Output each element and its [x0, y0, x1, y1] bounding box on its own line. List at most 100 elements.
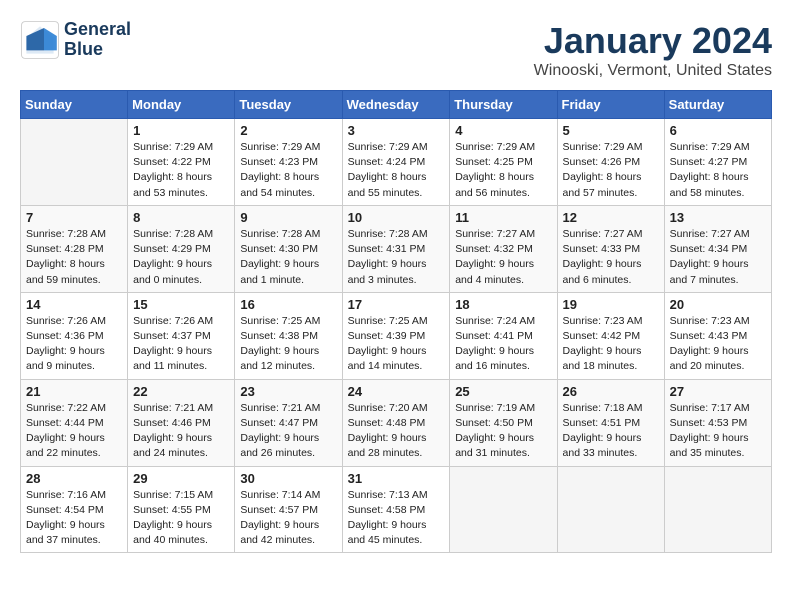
calendar-cell: 29Sunrise: 7:15 AM Sunset: 4:55 PM Dayli…: [128, 466, 235, 553]
calendar-cell: [21, 119, 128, 206]
header-row: SundayMondayTuesdayWednesdayThursdayFrid…: [21, 91, 772, 119]
calendar-cell: 21 Sunrise: 7:22 AM Sunset: 4:44 PM Dayli…: [21, 379, 128, 466]
calendar-cell: [450, 466, 557, 553]
day-info: Sunrise: 7:18 AM Sunset: 4:51 PM Dayligh…: [563, 401, 659, 462]
day-number: 10: [348, 210, 445, 225]
calendar-cell: 8 Sunrise: 7:28 AM Sunset: 4:29 PM Daylig…: [128, 205, 235, 292]
calendar-cell: 7 Sunrise: 7:28 AM Sunset: 4:28 PM Daylig…: [21, 205, 128, 292]
header-day-tuesday: Tuesday: [235, 91, 342, 119]
calendar-cell: 13 Sunrise: 7:27 AM Sunset: 4:34 PM Dayli…: [664, 205, 771, 292]
day-number: 19: [563, 297, 659, 312]
day-number: 22: [133, 384, 229, 399]
calendar-header: SundayMondayTuesdayWednesdayThursdayFrid…: [21, 91, 772, 119]
logo-icon: [20, 20, 60, 60]
day-info: Sunrise: 7:16 AM Sunset: 4:54 PM Dayligh…: [26, 488, 122, 549]
day-info: Sunrise: 7:22 AM Sunset: 4:44 PM Dayligh…: [26, 401, 122, 462]
day-number: 14: [26, 297, 122, 312]
page-title: January 2024: [534, 20, 772, 62]
day-number: 21: [26, 384, 122, 399]
logo: General Blue: [20, 20, 131, 60]
day-number: 11: [455, 210, 551, 225]
day-info: Sunrise: 7:28 AM Sunset: 4:31 PM Dayligh…: [348, 227, 445, 288]
page-subtitle: Winooski, Vermont, United States: [534, 62, 772, 80]
day-info: Sunrise: 7:23 AM Sunset: 4:42 PM Dayligh…: [563, 314, 659, 375]
day-number: 24: [348, 384, 445, 399]
day-number: 27: [670, 384, 766, 399]
calendar-cell: 23Sunrise: 7:21 AM Sunset: 4:47 PM Dayli…: [235, 379, 342, 466]
day-number: 15: [133, 297, 229, 312]
calendar-cell: 3 Sunrise: 7:29 AM Sunset: 4:24 PM Daylig…: [342, 119, 450, 206]
calendar-cell: 14Sunrise: 7:26 AM Sunset: 4:36 PM Dayli…: [21, 292, 128, 379]
day-number: 18: [455, 297, 551, 312]
day-number: 26: [563, 384, 659, 399]
day-info: Sunrise: 7:26 AM Sunset: 4:37 PM Dayligh…: [133, 314, 229, 375]
day-number: 13: [670, 210, 766, 225]
day-number: 5: [563, 123, 659, 138]
header-day-friday: Friday: [557, 91, 664, 119]
day-info: Sunrise: 7:29 AM Sunset: 4:23 PM Dayligh…: [240, 140, 336, 201]
week-row-5: 28Sunrise: 7:16 AM Sunset: 4:54 PM Dayli…: [21, 466, 772, 553]
calendar-cell: [557, 466, 664, 553]
calendar-cell: 10 Sunrise: 7:28 AM Sunset: 4:31 PM Dayli…: [342, 205, 450, 292]
day-number: 17: [348, 297, 445, 312]
day-info: Sunrise: 7:27 AM Sunset: 4:34 PM Dayligh…: [670, 227, 766, 288]
calendar-cell: 6Sunrise: 7:29 AM Sunset: 4:27 PM Daylig…: [664, 119, 771, 206]
day-number: 1: [133, 123, 229, 138]
day-info: Sunrise: 7:28 AM Sunset: 4:29 PM Dayligh…: [133, 227, 229, 288]
day-info: Sunrise: 7:29 AM Sunset: 4:26 PM Dayligh…: [563, 140, 659, 201]
day-info: Sunrise: 7:24 AM Sunset: 4:41 PM Dayligh…: [455, 314, 551, 375]
header-day-sunday: Sunday: [21, 91, 128, 119]
day-info: Sunrise: 7:19 AM Sunset: 4:50 PM Dayligh…: [455, 401, 551, 462]
day-number: 8: [133, 210, 229, 225]
header-day-monday: Monday: [128, 91, 235, 119]
day-info: Sunrise: 7:20 AM Sunset: 4:48 PM Dayligh…: [348, 401, 445, 462]
day-info: Sunrise: 7:28 AM Sunset: 4:28 PM Dayligh…: [26, 227, 122, 288]
week-row-3: 14Sunrise: 7:26 AM Sunset: 4:36 PM Dayli…: [21, 292, 772, 379]
day-number: 12: [563, 210, 659, 225]
day-info: Sunrise: 7:17 AM Sunset: 4:53 PM Dayligh…: [670, 401, 766, 462]
day-info: Sunrise: 7:28 AM Sunset: 4:30 PM Dayligh…: [240, 227, 336, 288]
day-number: 31: [348, 471, 445, 486]
day-info: Sunrise: 7:13 AM Sunset: 4:58 PM Dayligh…: [348, 488, 445, 549]
day-info: Sunrise: 7:21 AM Sunset: 4:46 PM Dayligh…: [133, 401, 229, 462]
day-info: Sunrise: 7:29 AM Sunset: 4:25 PM Dayligh…: [455, 140, 551, 201]
calendar-cell: [664, 466, 771, 553]
calendar-cell: 27 Sunrise: 7:17 AM Sunset: 4:53 PM Dayli…: [664, 379, 771, 466]
day-number: 20: [670, 297, 766, 312]
calendar-cell: 15 Sunrise: 7:26 AM Sunset: 4:37 PM Dayli…: [128, 292, 235, 379]
header-day-thursday: Thursday: [450, 91, 557, 119]
day-number: 7: [26, 210, 122, 225]
day-number: 16: [240, 297, 336, 312]
day-info: Sunrise: 7:14 AM Sunset: 4:57 PM Dayligh…: [240, 488, 336, 549]
day-number: 9: [240, 210, 336, 225]
day-number: 6: [670, 123, 766, 138]
day-info: Sunrise: 7:27 AM Sunset: 4:32 PM Dayligh…: [455, 227, 551, 288]
calendar-cell: 2Sunrise: 7:29 AM Sunset: 4:23 PM Daylig…: [235, 119, 342, 206]
day-info: Sunrise: 7:23 AM Sunset: 4:43 PM Dayligh…: [670, 314, 766, 375]
calendar-cell: 31 Sunrise: 7:13 AM Sunset: 4:58 PM Dayli…: [342, 466, 450, 553]
calendar-cell: 4 Sunrise: 7:29 AM Sunset: 4:25 PM Daylig…: [450, 119, 557, 206]
calendar-cell: 1Sunrise: 7:29 AM Sunset: 4:22 PM Daylig…: [128, 119, 235, 206]
calendar-cell: 20 Sunrise: 7:23 AM Sunset: 4:43 PM Dayli…: [664, 292, 771, 379]
calendar-cell: 12Sunrise: 7:27 AM Sunset: 4:33 PM Dayli…: [557, 205, 664, 292]
day-info: Sunrise: 7:29 AM Sunset: 4:24 PM Dayligh…: [348, 140, 445, 201]
day-number: 4: [455, 123, 551, 138]
calendar-cell: 22 Sunrise: 7:21 AM Sunset: 4:46 PM Dayli…: [128, 379, 235, 466]
header-day-wednesday: Wednesday: [342, 91, 450, 119]
calendar-cell: 18 Sunrise: 7:24 AM Sunset: 4:41 PM Dayli…: [450, 292, 557, 379]
title-block: January 2024 Winooski, Vermont, United S…: [534, 20, 772, 80]
calendar-cell: 24 Sunrise: 7:20 AM Sunset: 4:48 PM Dayli…: [342, 379, 450, 466]
calendar-cell: 5 Sunrise: 7:29 AM Sunset: 4:26 PM Daylig…: [557, 119, 664, 206]
calendar-cell: 9 Sunrise: 7:28 AM Sunset: 4:30 PM Daylig…: [235, 205, 342, 292]
calendar-cell: 26 Sunrise: 7:18 AM Sunset: 4:51 PM Dayli…: [557, 379, 664, 466]
week-row-4: 21 Sunrise: 7:22 AM Sunset: 4:44 PM Dayli…: [21, 379, 772, 466]
calendar-cell: 25Sunrise: 7:19 AM Sunset: 4:50 PM Dayli…: [450, 379, 557, 466]
week-row-1: 1Sunrise: 7:29 AM Sunset: 4:22 PM Daylig…: [21, 119, 772, 206]
day-number: 30: [240, 471, 336, 486]
logo-text: General Blue: [64, 20, 131, 60]
page-header: General Blue January 2024 Winooski, Verm…: [20, 20, 772, 80]
day-number: 3: [348, 123, 445, 138]
day-info: Sunrise: 7:25 AM Sunset: 4:39 PM Dayligh…: [348, 314, 445, 375]
calendar-cell: 19 Sunrise: 7:23 AM Sunset: 4:42 PM Dayli…: [557, 292, 664, 379]
calendar-cell: 11 Sunrise: 7:27 AM Sunset: 4:32 PM Dayli…: [450, 205, 557, 292]
